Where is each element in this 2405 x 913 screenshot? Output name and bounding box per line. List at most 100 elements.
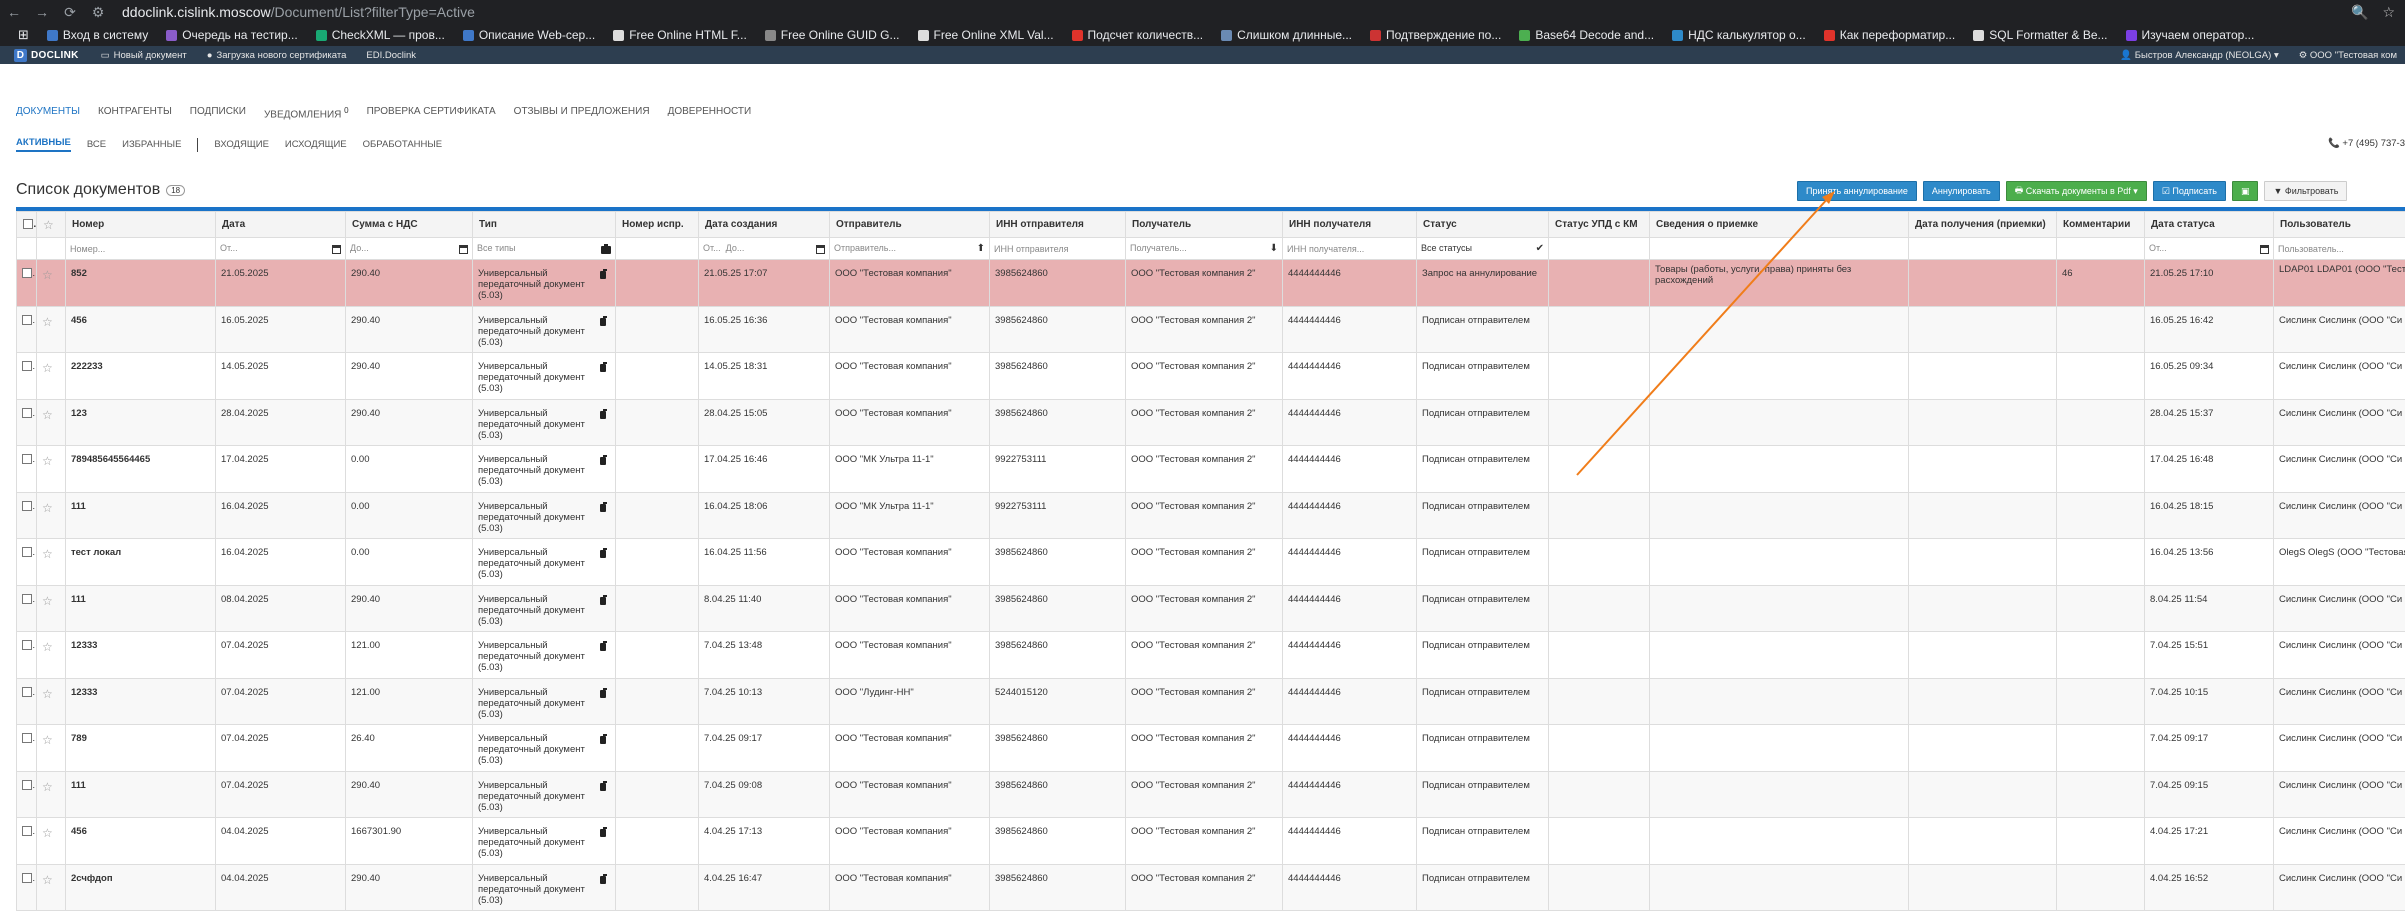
upd-km-filter[interactable] <box>1548 237 1650 260</box>
briefcase-icon[interactable] <box>600 501 607 512</box>
favorite-star-icon[interactable]: ☆ <box>42 594 53 608</box>
menu-subscriptions[interactable]: ПОДПИСКИ <box>190 106 246 120</box>
calendar-icon[interactable] <box>816 245 825 254</box>
favorite-star-icon[interactable]: ☆ <box>42 268 53 282</box>
bookmark-item[interactable]: Вход в систему <box>46 28 148 42</box>
menu-documents[interactable]: ДОКУМЕНТЫ <box>16 106 80 120</box>
filter-button[interactable]: ▼ Фильтровать <box>2264 181 2348 201</box>
bookmark-item[interactable]: Free Online HTML F... <box>613 28 747 42</box>
row-checkbox[interactable] <box>22 640 32 651</box>
table-row[interactable]: ☆ 123 28.04.2025 290.40 Универсальный переда… <box>16 398 2405 446</box>
tab-outgoing[interactable]: ИСХОДЯЩИЕ <box>285 139 347 150</box>
address-bar[interactable]: ddoclink.cislink.moscow/Document/List?fi… <box>122 4 475 20</box>
bookmark-item[interactable]: Подтверждение по... <box>1370 28 1501 42</box>
briefcase-icon[interactable] <box>600 455 607 465</box>
table-row[interactable]: ☆ 789485645564465 17.04.2025 0.00 Универсаль… <box>16 445 2405 493</box>
col-sender[interactable]: Отправитель <box>829 211 990 238</box>
col-receiver-inn[interactable]: ИНН получателя <box>1282 211 1417 238</box>
col-correction[interactable]: Номер испр. <box>615 211 699 238</box>
favorite-star-icon[interactable]: ☆ <box>42 640 53 654</box>
briefcase-icon[interactable] <box>600 687 607 698</box>
tab-processed[interactable]: ОБРАБОТАННЫЕ <box>363 139 442 150</box>
type-filter[interactable]: Все типы <box>472 237 616 260</box>
bookmark-item[interactable]: Изучаем оператор... <box>2125 28 2254 42</box>
col-sum[interactable]: Сумма с НДС <box>345 211 473 238</box>
forward-icon[interactable]: → <box>28 4 56 20</box>
calendar-icon[interactable] <box>459 245 468 254</box>
col-date[interactable]: Дата <box>215 211 346 238</box>
col-created[interactable]: Дата создания <box>698 211 830 238</box>
bookmark-item[interactable]: Подсчет количеств... <box>1071 28 1203 42</box>
favorite-star-icon[interactable]: ☆ <box>42 501 53 515</box>
bookmark-item[interactable]: SQL Formatter & Be... <box>1973 28 2108 42</box>
favorite-star-icon[interactable]: ☆ <box>42 687 53 701</box>
bookmark-item[interactable]: Как переформатир... <box>1823 28 1955 42</box>
briefcase-icon[interactable] <box>600 594 607 605</box>
briefcase-icon[interactable] <box>600 315 607 326</box>
new-document-link[interactable]: ▭ Новый документ <box>91 50 197 61</box>
upload-cert-link[interactable]: ● Загрузка нового сертификата <box>197 50 357 61</box>
favorite-star-icon[interactable]: ☆ <box>42 454 53 468</box>
back-icon[interactable]: ← <box>0 4 28 20</box>
favorite-star-icon[interactable]: ☆ <box>42 873 53 887</box>
favorite-star-icon[interactable]: ☆ <box>42 733 53 747</box>
col-status-date[interactable]: Дата статуса <box>2144 211 2274 238</box>
edi-link[interactable]: EDI.Doclink <box>356 50 426 61</box>
row-checkbox[interactable] <box>22 268 32 279</box>
bookmark-item[interactable]: CheckXML — пров... <box>315 28 445 42</box>
table-row[interactable]: ☆ 222233 14.05.2025 290.40 Универсальный пер… <box>16 352 2405 400</box>
table-row[interactable]: ☆ 456 16.05.2025 290.40 Универсальный переда… <box>16 305 2405 353</box>
col-acceptance-date[interactable]: Дата получения (приемки) <box>1908 211 2057 238</box>
bookmark-star-icon[interactable]: ☆ <box>2382 4 2395 21</box>
row-checkbox[interactable] <box>22 733 32 744</box>
row-checkbox[interactable] <box>22 872 32 883</box>
row-checkbox[interactable] <box>22 454 32 465</box>
briefcase-icon[interactable] <box>600 362 607 372</box>
favorite-star-icon[interactable]: ☆ <box>42 408 53 422</box>
select-all-header[interactable] <box>16 211 37 238</box>
favorite-star-icon[interactable]: ☆ <box>42 826 53 840</box>
row-checkbox[interactable] <box>22 779 32 790</box>
correction-filter[interactable] <box>615 237 699 260</box>
sender-filter[interactable]: Отправитель... ⬆ <box>829 237 990 260</box>
row-checkbox[interactable] <box>22 826 32 837</box>
bookmark-item[interactable]: Base64 Decode and... <box>1519 28 1654 42</box>
briefcase-icon[interactable] <box>600 269 607 279</box>
created-filter[interactable]: От... До... <box>698 237 830 260</box>
table-row[interactable]: ☆ тест локал 16.04.2025 0.00 Универсальный п… <box>16 538 2405 586</box>
table-row[interactable]: ☆ 111 07.04.2025 290.40 Универсальный переда… <box>16 770 2405 818</box>
row-checkbox[interactable] <box>22 500 32 511</box>
col-user[interactable]: Пользователь <box>2273 211 2405 238</box>
row-checkbox[interactable] <box>22 547 32 558</box>
sort-up-icon[interactable]: ⬆ <box>977 243 985 254</box>
status-date-filter[interactable]: От... <box>2144 237 2274 260</box>
status-filter[interactable]: Все статусы ✔ <box>1416 237 1549 260</box>
org-menu[interactable]: ⚙ ООО "Тестовая ком <box>2299 50 2397 61</box>
app-logo[interactable]: D DOCLINK <box>0 48 91 62</box>
briefcase-icon[interactable] <box>600 641 607 651</box>
accept-cancellation-button[interactable]: Принять аннулирование <box>1797 181 1917 201</box>
col-comments[interactable]: Комментарии <box>2056 211 2145 238</box>
tab-favorites[interactable]: ИЗБРАННЫЕ <box>122 139 181 150</box>
table-row[interactable]: ☆ 12333 07.04.2025 121.00 Универсальный пере… <box>16 677 2405 725</box>
apps-grid-icon[interactable]: ⊞ <box>18 27 29 43</box>
favorite-star-icon[interactable]: ☆ <box>42 361 53 375</box>
receiver-inn-filter[interactable]: ИНН получателя... <box>1282 237 1417 260</box>
col-acceptance[interactable]: Сведения о приемке <box>1649 211 1909 238</box>
briefcase-icon[interactable] <box>600 827 607 837</box>
row-checkbox[interactable] <box>22 314 32 325</box>
comments-filter[interactable] <box>2056 237 2145 260</box>
favorite-star-icon[interactable]: ☆ <box>42 315 53 329</box>
date-filter[interactable]: От... <box>215 237 346 260</box>
menu-powers-of-attorney[interactable]: ДОВЕРЕННОСТИ <box>668 106 752 120</box>
briefcase-icon[interactable] <box>600 548 607 558</box>
table-row[interactable]: ☆ 12333 07.04.2025 121.00 Универсальный пере… <box>16 631 2405 679</box>
bookmark-item[interactable]: Free Online GUID G... <box>764 28 900 42</box>
select-all-checkbox[interactable] <box>23 219 33 230</box>
table-row[interactable]: ☆ 111 08.04.2025 290.40 Универсальный переда… <box>16 584 2405 632</box>
col-receiver[interactable]: Получатель <box>1125 211 1283 238</box>
table-row[interactable]: ☆ 2счфдоп 04.04.2025 290.40 Универсальный пе… <box>16 863 2405 911</box>
favorite-star-icon[interactable]: ☆ <box>42 547 53 561</box>
table-row[interactable]: ☆ 111 16.04.2025 0.00 Универсальный передато… <box>16 491 2405 539</box>
col-upd-km-status[interactable]: Статус УПД с КМ <box>1548 211 1650 238</box>
